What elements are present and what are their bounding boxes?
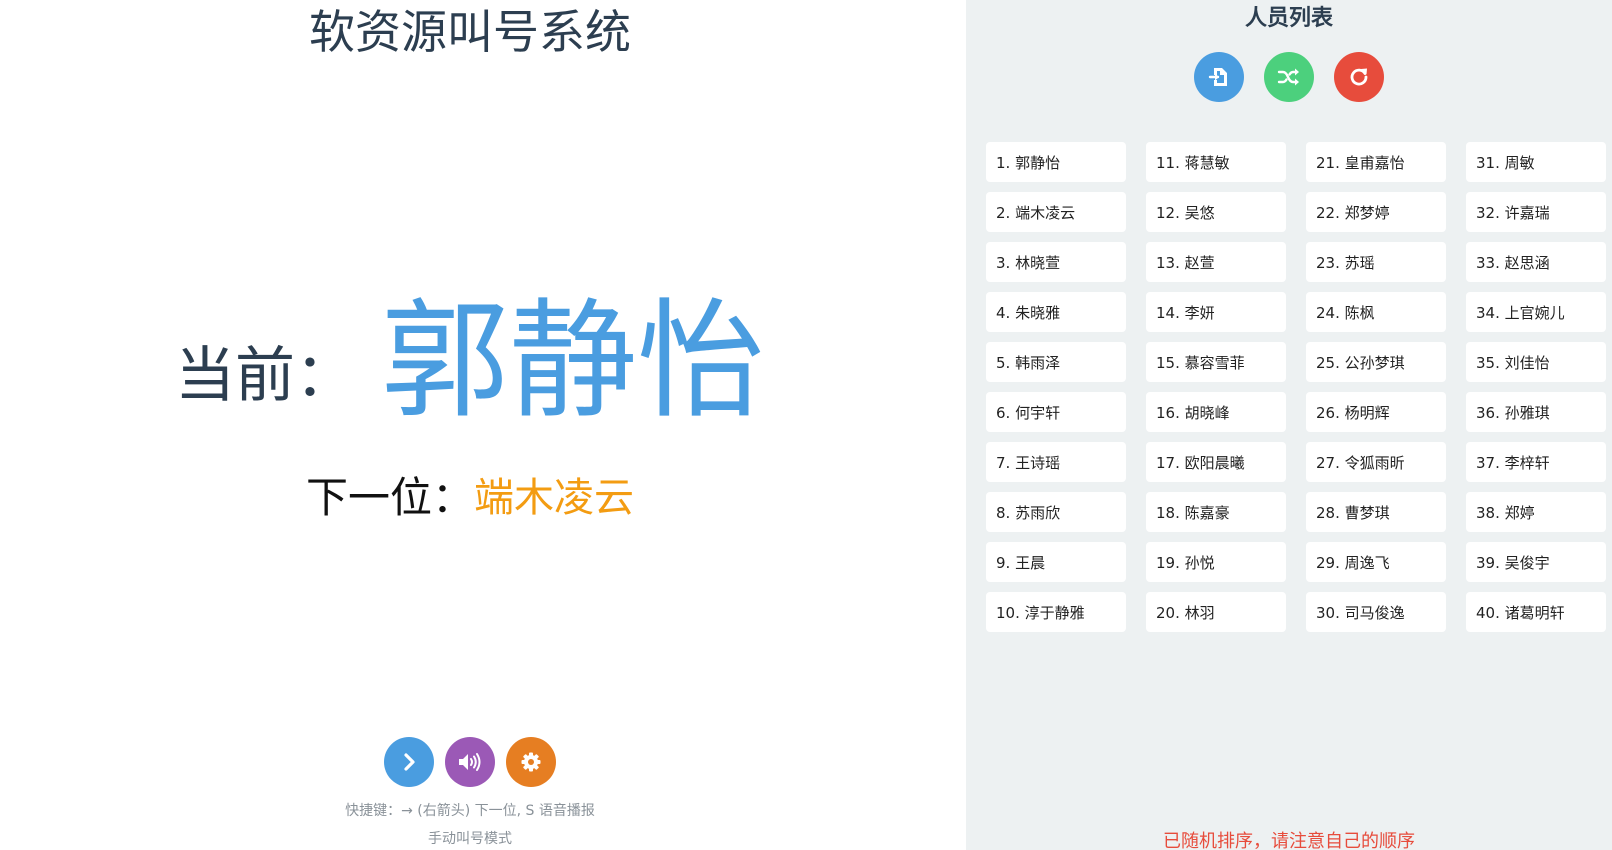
- person-item[interactable]: 26. 杨明辉: [1306, 392, 1446, 432]
- file-import-icon: [1208, 68, 1227, 86]
- page-title: 软资源叫号系统: [309, 5, 631, 59]
- next-label: 下一位：: [305, 472, 474, 522]
- shuffle-icon: [1277, 68, 1299, 86]
- person-item[interactable]: 5. 韩雨泽: [986, 342, 1126, 382]
- person-item[interactable]: 36. 孙雅琪: [1466, 392, 1606, 432]
- list-title: 人员列表: [1244, 6, 1333, 31]
- refresh-icon: [1350, 68, 1368, 86]
- person-item[interactable]: 28. 曹梦琪: [1306, 492, 1446, 532]
- shuffle-button[interactable]: [1264, 52, 1314, 102]
- person-item[interactable]: 8. 苏雨欣: [986, 492, 1126, 532]
- shortcut-hint: 快捷键：→ (右箭头) 下一位, S 语音播报: [345, 803, 595, 819]
- person-item[interactable]: 40. 诸葛明轩: [1466, 592, 1606, 632]
- mode-label: 手动叫号模式: [428, 831, 512, 847]
- person-item[interactable]: 9. 王晨: [986, 542, 1126, 582]
- person-item[interactable]: 29. 周逸飞: [1306, 542, 1446, 582]
- speaker-icon: [459, 753, 481, 771]
- person-item[interactable]: 19. 孙悦: [1146, 542, 1286, 582]
- person-item[interactable]: 3. 林晓萱: [986, 242, 1126, 282]
- person-item[interactable]: 13. 赵萱: [1146, 242, 1286, 282]
- person-item[interactable]: 15. 慕容雪菲: [1146, 342, 1286, 382]
- person-item[interactable]: 21. 皇甫嘉怡: [1306, 142, 1446, 182]
- person-item[interactable]: 20. 林羽: [1146, 592, 1286, 632]
- person-item[interactable]: 25. 公孙梦琪: [1306, 342, 1446, 382]
- person-item[interactable]: 33. 赵思涵: [1466, 242, 1606, 282]
- person-list-panel: 人员列表 1. 郭静怡 11. 蒋慧敏 21. 皇甫嘉怡 31. 周敏 2. 端…: [966, 0, 1612, 850]
- person-item[interactable]: 27. 令狐雨昕: [1306, 442, 1446, 482]
- person-item[interactable]: 2. 端木凌云: [986, 192, 1126, 232]
- import-button[interactable]: [1194, 52, 1244, 102]
- next-button[interactable]: [384, 737, 434, 787]
- person-item[interactable]: 16. 胡晓峰: [1146, 392, 1286, 432]
- person-grid: 1. 郭静怡 11. 蒋慧敏 21. 皇甫嘉怡 31. 周敏 2. 端木凌云 12. 吴悠…: [986, 142, 1608, 632]
- person-item[interactable]: 18. 陈嘉豪: [1146, 492, 1286, 532]
- person-item[interactable]: 39. 吴俊宇: [1466, 542, 1606, 582]
- next-name: 端木凌云: [474, 475, 634, 521]
- person-item[interactable]: 22. 郑梦婷: [1306, 192, 1446, 232]
- person-item[interactable]: 32. 许嘉瑞: [1466, 192, 1606, 232]
- person-item[interactable]: 37. 李梓轩: [1466, 442, 1606, 482]
- person-item[interactable]: 7. 王诗瑶: [986, 442, 1126, 482]
- list-action-buttons: [966, 52, 1612, 102]
- person-item[interactable]: 34. 上官婉儿: [1466, 292, 1606, 332]
- current-label: 当前：: [174, 341, 355, 411]
- gear-icon: [521, 752, 541, 772]
- control-buttons: [0, 737, 940, 787]
- person-item[interactable]: 31. 周敏: [1466, 142, 1606, 182]
- person-item[interactable]: 17. 欧阳晨曦: [1146, 442, 1286, 482]
- person-item[interactable]: 10. 淳于静雅: [986, 592, 1126, 632]
- current-name: 郭静怡: [380, 287, 765, 436]
- chevron-right-icon: [404, 753, 415, 771]
- person-item[interactable]: 24. 陈枫: [1306, 292, 1446, 332]
- person-item[interactable]: 14. 李妍: [1146, 292, 1286, 332]
- current-caller: 当前： 郭静怡: [0, 292, 940, 432]
- shuffle-notice: 已随机排序，请注意自己的顺序: [1163, 831, 1415, 850]
- person-item[interactable]: 30. 司马俊逸: [1306, 592, 1446, 632]
- reset-button[interactable]: [1334, 52, 1384, 102]
- person-item[interactable]: 11. 蒋慧敏: [1146, 142, 1286, 182]
- next-caller: 下一位： 端木凌云: [0, 466, 940, 522]
- voice-announce-button[interactable]: [445, 737, 495, 787]
- person-item[interactable]: 38. 郑婷: [1466, 492, 1606, 532]
- settings-button[interactable]: [506, 737, 556, 787]
- person-item[interactable]: 6. 何宇轩: [986, 392, 1126, 432]
- person-item[interactable]: 4. 朱晓雅: [986, 292, 1126, 332]
- calling-panel: 软资源叫号系统 当前： 郭静怡 下一位： 端木凌云 快捷键：→ (右箭头) 下一…: [0, 0, 940, 850]
- app-root: 软资源叫号系统 当前： 郭静怡 下一位： 端木凌云 快捷键：→ (右箭头) 下一…: [0, 0, 1612, 850]
- person-item[interactable]: 23. 苏瑶: [1306, 242, 1446, 282]
- person-item[interactable]: 12. 吴悠: [1146, 192, 1286, 232]
- person-item[interactable]: 1. 郭静怡: [986, 142, 1126, 182]
- person-item[interactable]: 35. 刘佳怡: [1466, 342, 1606, 382]
